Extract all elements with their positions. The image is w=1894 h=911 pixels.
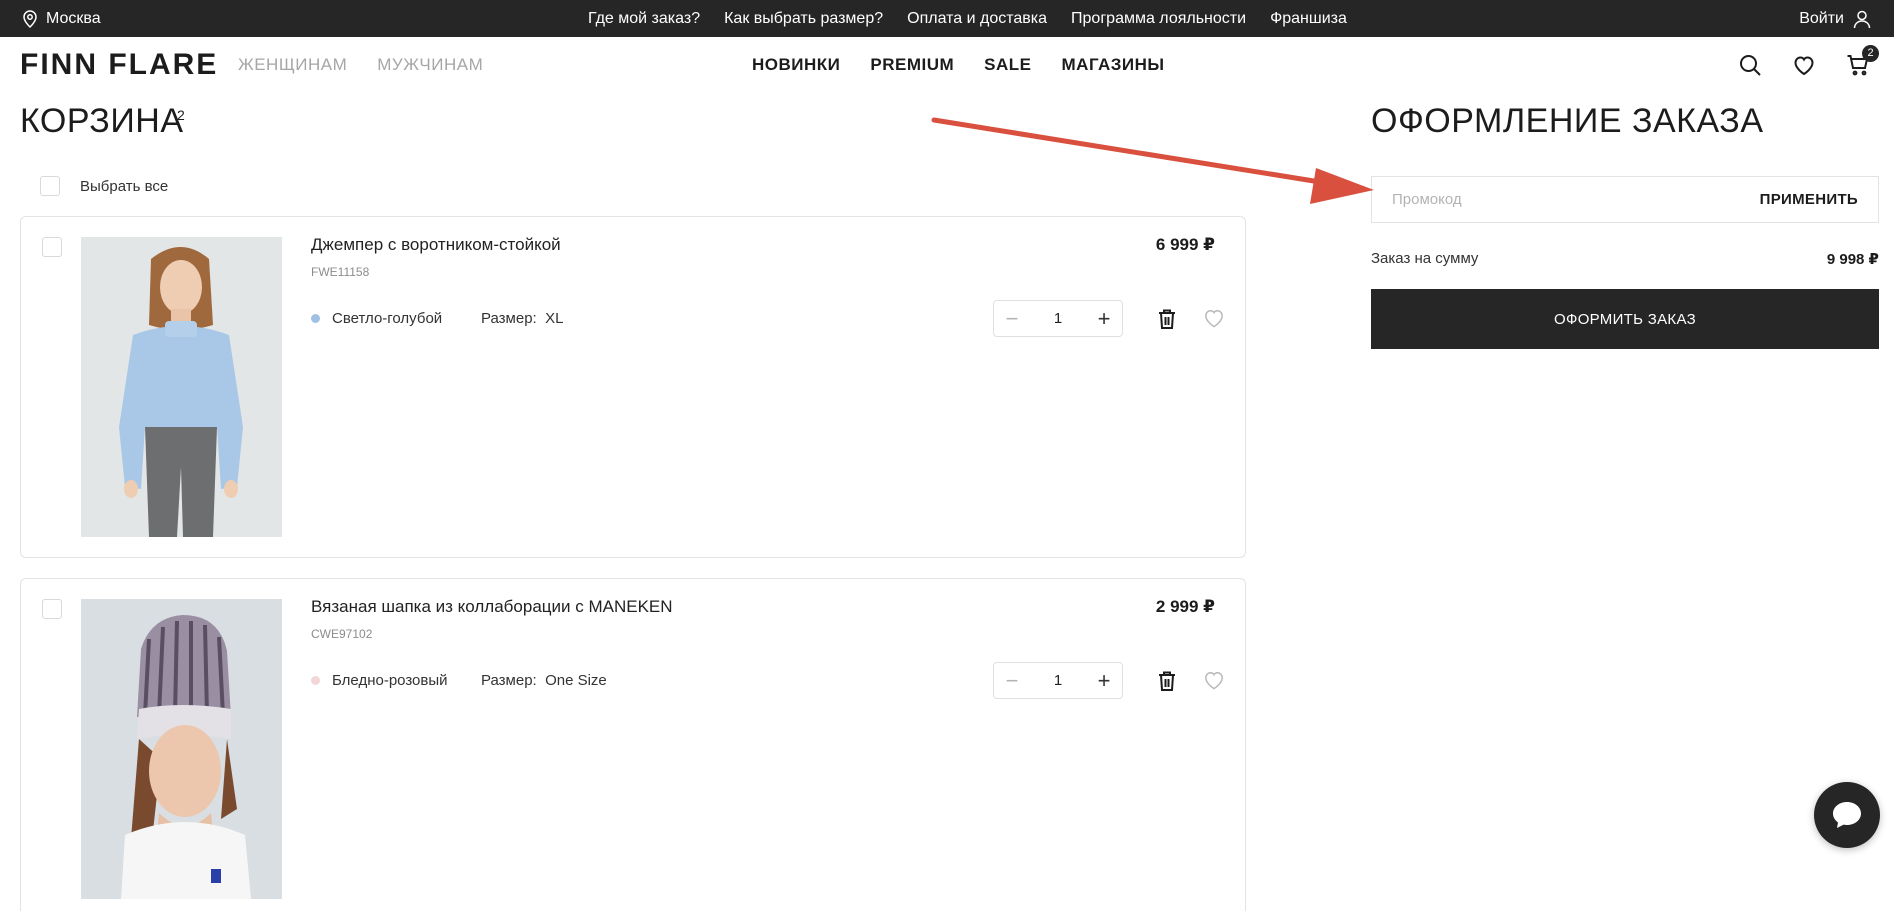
city-selector[interactable]: Москва	[22, 0, 101, 37]
chat-button[interactable]	[1814, 782, 1880, 848]
trash-icon[interactable]	[1157, 670, 1177, 692]
cart-items-count: 2	[177, 107, 185, 123]
header-icons: 2	[1738, 37, 1879, 92]
main-nav: НОВИНКИ PREMIUM SALE МАГАЗИНЫ	[752, 37, 1165, 92]
nav-women[interactable]: ЖЕНЩИНАМ	[238, 55, 347, 75]
link-loyalty[interactable]: Программа лояльности	[1071, 10, 1246, 28]
quantity-value: 1	[1053, 672, 1063, 689]
cart-count-badge: 2	[1862, 44, 1879, 62]
place-order-button[interactable]: ОФОРМИТЬ ЗАКАЗ	[1371, 289, 1879, 349]
select-all[interactable]: Выбрать все	[40, 176, 168, 196]
item-checkbox[interactable]	[42, 237, 62, 257]
top-links: Где мой заказ? Как выбрать размер? Оплат…	[588, 0, 1347, 37]
checkout-title: ОФОРМЛЕНИЕ ЗАКАЗА	[1371, 102, 1764, 140]
main-header: FINN FLARE ЖЕНЩИНАМ МУЖЧИНАМ НОВИНКИ PRE…	[0, 37, 1894, 92]
increase-qty-button[interactable]: +	[1094, 669, 1114, 691]
color-name: Бледно-розовый	[332, 672, 448, 689]
link-order-status[interactable]: Где мой заказ?	[588, 10, 700, 28]
sweater-photo	[81, 237, 282, 537]
product-sku: FWE11158	[311, 265, 370, 279]
cart-item: Джемпер с воротником-стойкой FWE11158 Св…	[20, 216, 1246, 558]
quantity-value: 1	[1053, 310, 1063, 327]
product-size: Размер: One Size	[481, 672, 607, 689]
login-label: Войти	[1799, 9, 1844, 27]
order-sum-label: Заказ на сумму	[1371, 250, 1479, 267]
logo[interactable]: FINN FLARE	[20, 48, 218, 82]
nav-sale[interactable]: SALE	[984, 55, 1031, 75]
nav-new[interactable]: НОВИНКИ	[752, 55, 840, 75]
link-payment-delivery[interactable]: Оплата и доставка	[907, 10, 1047, 28]
location-pin-icon	[23, 9, 37, 28]
heart-icon[interactable]	[1203, 308, 1225, 328]
decrease-qty-button[interactable]: −	[1002, 307, 1022, 329]
heart-icon[interactable]	[1203, 670, 1225, 690]
decrease-qty-button[interactable]: −	[1002, 669, 1022, 691]
heart-icon	[1794, 55, 1814, 75]
product-price: 6 999 ₽	[1155, 235, 1215, 254]
search-icon	[1740, 54, 1761, 76]
product-name[interactable]: Джемпер с воротником-стойкой	[311, 235, 561, 255]
select-all-label: Выбрать все	[80, 177, 169, 195]
search-button[interactable]	[1738, 53, 1762, 77]
gender-nav: ЖЕНЩИНАМ МУЖЧИНАМ	[238, 37, 483, 92]
increase-qty-button[interactable]: +	[1094, 307, 1114, 329]
page-title: КОРЗИНА	[20, 102, 184, 140]
size-value: One Size	[545, 672, 607, 689]
product-price: 2 999 ₽	[1155, 597, 1215, 616]
product-sku: CWE97102	[311, 627, 373, 641]
apply-promo-button[interactable]: ПРИМЕНИТЬ	[1760, 177, 1858, 222]
color-name: Светло-голубой	[332, 310, 443, 327]
hat-photo	[81, 599, 282, 899]
order-sum-value: 9 998 ₽	[1826, 251, 1879, 268]
chat-icon	[1833, 802, 1861, 828]
link-franchise[interactable]: Франшиза	[1270, 10, 1347, 28]
trash-icon[interactable]	[1157, 308, 1177, 330]
size-label: Размер:	[481, 310, 537, 327]
item-checkbox[interactable]	[42, 599, 62, 619]
city-label: Москва	[46, 9, 101, 27]
page: Москва Где мой заказ? Как выбрать размер…	[0, 0, 1894, 911]
product-color: Светло-голубой	[311, 310, 442, 327]
product-name[interactable]: Вязаная шапка из коллаборации с MANEKEN	[311, 597, 673, 617]
promo-code-input[interactable]	[1372, 177, 1732, 222]
color-swatch	[311, 676, 320, 685]
link-size-guide[interactable]: Как выбрать размер?	[724, 10, 883, 28]
quantity-stepper: − 1 +	[993, 300, 1123, 337]
size-value: XL	[545, 310, 564, 327]
favorites-button[interactable]	[1792, 53, 1816, 77]
product-image[interactable]	[81, 599, 282, 899]
product-image[interactable]	[81, 237, 282, 537]
quantity-stepper: − 1 +	[993, 662, 1123, 699]
order-sum-row: Заказ на сумму 9 998 ₽	[1371, 250, 1879, 268]
top-bar: Москва Где мой заказ? Как выбрать размер…	[0, 0, 1894, 37]
cart-item: Вязаная шапка из коллаборации с MANEKEN …	[20, 578, 1246, 911]
size-label: Размер:	[481, 672, 537, 689]
promo-code-box: ПРИМЕНИТЬ	[1371, 176, 1879, 223]
nav-stores[interactable]: МАГАЗИНЫ	[1062, 55, 1165, 75]
color-swatch	[311, 314, 320, 323]
product-size: Размер: XL	[481, 310, 563, 327]
nav-premium[interactable]: PREMIUM	[870, 55, 954, 75]
select-all-checkbox[interactable]	[40, 176, 60, 196]
cart-button[interactable]: 2	[1846, 44, 1879, 77]
product-color: Бледно-розовый	[311, 672, 448, 689]
user-icon	[1853, 10, 1871, 28]
nav-men[interactable]: МУЖЧИНАМ	[377, 55, 483, 75]
login-button[interactable]: Войти	[1799, 0, 1872, 37]
